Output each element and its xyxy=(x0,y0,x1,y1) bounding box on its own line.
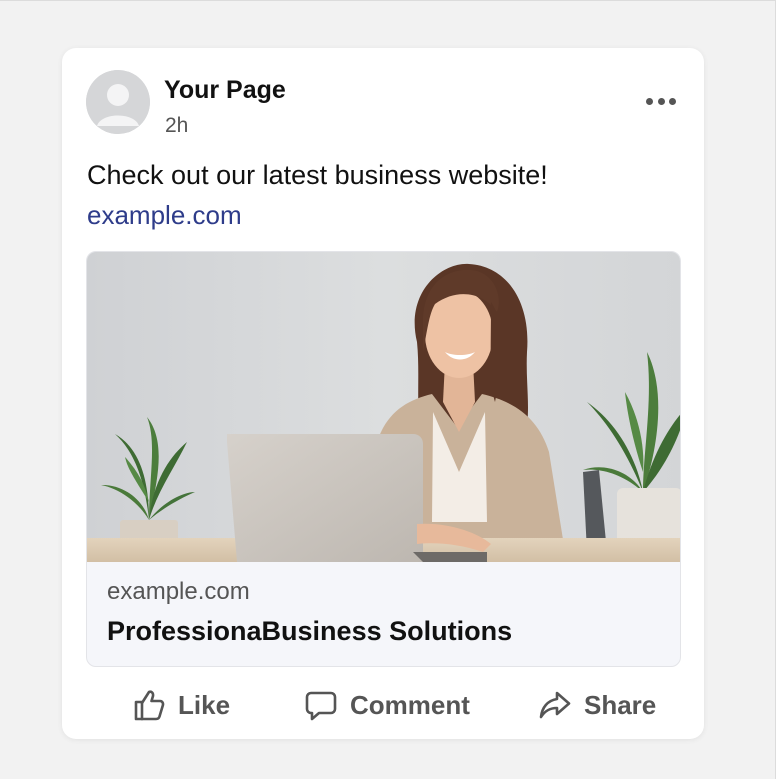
more-horizontal-icon xyxy=(669,97,676,105)
share-label: Share xyxy=(584,689,657,720)
link-preview[interactable]: example.com ProfessionaBusiness Solution… xyxy=(86,251,681,667)
like-label: Like xyxy=(178,689,231,720)
page-name[interactable]: Your Page xyxy=(164,76,286,105)
share-arrow-icon xyxy=(539,691,571,719)
avatar-placeholder-icon xyxy=(86,70,150,134)
preview-title: ProfessionaBusiness Solutions xyxy=(107,616,513,646)
comment-button[interactable]: Comment xyxy=(304,684,470,726)
post-text: Check out our latest business website! xyxy=(87,160,548,190)
preview-image xyxy=(87,252,680,562)
thumbs-up-icon xyxy=(134,690,165,721)
post-card: Your Page 2h Check out our latest busine… xyxy=(62,48,704,739)
share-button[interactable]: Share xyxy=(538,684,656,726)
more-options-button[interactable] xyxy=(646,94,676,108)
like-button[interactable]: Like xyxy=(132,684,230,726)
speech-bubble-icon xyxy=(305,691,337,721)
post-link[interactable]: example.com xyxy=(87,200,242,231)
comment-label: Comment xyxy=(350,689,470,720)
post-timestamp[interactable]: 2h xyxy=(165,114,188,138)
preview-domain: example.com xyxy=(107,578,250,605)
post-actions: Like Comment Share xyxy=(62,684,704,726)
more-horizontal-icon xyxy=(657,97,665,105)
avatar[interactable] xyxy=(86,70,150,134)
more-horizontal-icon xyxy=(646,97,653,105)
